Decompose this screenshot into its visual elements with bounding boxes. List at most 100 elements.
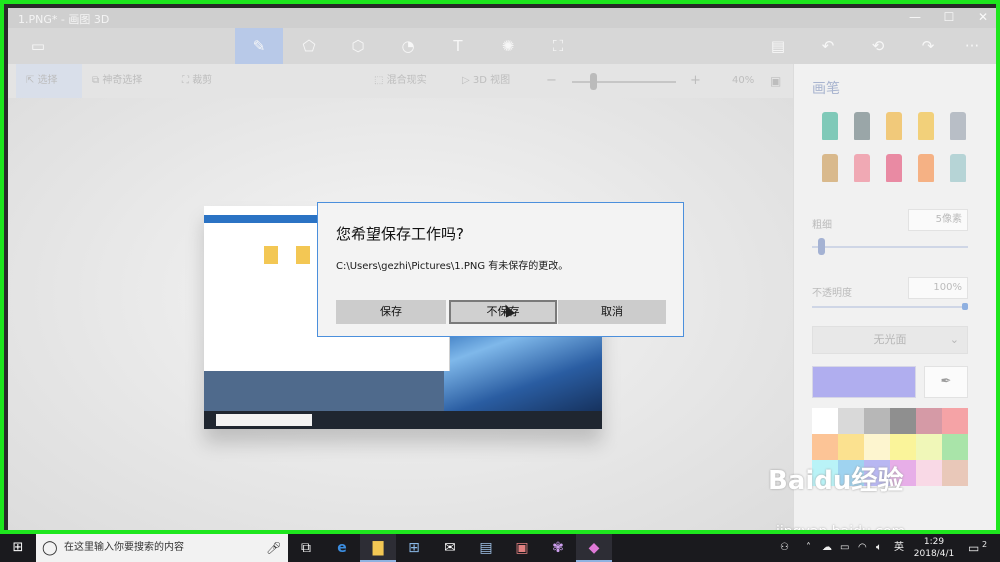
notepad-icon[interactable]: ▤ — [468, 534, 504, 562]
redo-icon[interactable]: ↷ — [904, 28, 952, 64]
brush-option-icon[interactable] — [918, 154, 934, 182]
maximize-button[interactable]: ☐ — [932, 8, 966, 28]
mixed-reality-button[interactable]: ⬚ 混合现实 — [374, 64, 454, 98]
brush-option-icon[interactable] — [950, 112, 966, 140]
magic-select-tool[interactable]: ⧉ 神奇选择 — [92, 64, 172, 98]
palette-swatch[interactable] — [890, 408, 916, 434]
opacity-slider-thumb[interactable] — [962, 303, 968, 310]
brush-icon[interactable]: ✎ — [235, 28, 283, 64]
notification-icon[interactable]: ▭ — [968, 534, 979, 562]
cortana-icon: ◯ — [42, 540, 58, 556]
screenshot-tool-icon[interactable]: ▣ — [504, 534, 540, 562]
paste-icon[interactable]: ▤ — [754, 28, 802, 64]
material-dropdown[interactable]: 无光面 ⌄ — [812, 326, 968, 354]
brush-option-icon[interactable] — [854, 154, 870, 182]
ime-indicator[interactable]: 英 — [894, 534, 904, 562]
battery-icon[interactable]: ▭ — [840, 534, 849, 562]
people-icon[interactable]: ⚇ — [780, 534, 789, 562]
history-icon[interactable]: ⟲ — [854, 28, 902, 64]
palette-swatch[interactable] — [942, 434, 968, 460]
palette-swatch[interactable] — [838, 434, 864, 460]
current-color-swatch[interactable] — [812, 366, 916, 398]
zoom-slider-thumb[interactable] — [589, 73, 597, 90]
zoom-slider[interactable] — [572, 81, 676, 83]
palette-swatch[interactable] — [812, 434, 838, 460]
palette-swatch[interactable] — [864, 434, 890, 460]
taskbar-search-box[interactable]: ◯ 在这里输入你要搜索的内容 🎤︎ — [36, 534, 288, 562]
folder-icon — [296, 246, 310, 264]
clock[interactable]: 1:29 2018/4/1 — [908, 536, 960, 560]
3d-view-icon: ▷ — [462, 75, 473, 86]
brush-option-icon[interactable] — [918, 112, 934, 140]
close-button[interactable]: ✕ — [966, 8, 996, 28]
3d-view-button[interactable]: ▷ 3D 视图 — [462, 64, 528, 98]
crop-label: 裁剪 — [192, 75, 213, 86]
zoom-in-button[interactable]: + — [690, 64, 701, 98]
task-view-icon[interactable]: ⧉ — [288, 534, 324, 562]
palette-swatch[interactable] — [864, 408, 890, 434]
canvas-icon[interactable]: ⛶ — [534, 28, 582, 64]
opacity-input[interactable]: 100% — [908, 277, 968, 299]
watermark-url: jingyan.baidu.com — [776, 524, 906, 534]
palette-swatch[interactable] — [916, 460, 942, 486]
main-toolbar: ▭ ✎ ⬠ ⬡ ◔ T ✺ ⛶ ▤ ↶ ⟲ ↷ ··· — [8, 28, 996, 64]
material-value: 无光面 — [873, 333, 907, 346]
paint-3d-icon[interactable]: ◆ — [576, 534, 612, 562]
thumbnail-taskbar — [204, 411, 602, 429]
paint-icon[interactable]: ✾ — [540, 534, 576, 562]
undo-icon[interactable]: ↶ — [804, 28, 852, 64]
brush-option-icon[interactable] — [854, 112, 870, 140]
brush-option-icon[interactable] — [822, 112, 838, 140]
fit-view-icon[interactable]: ▣ — [770, 64, 781, 98]
mixed-reality-label: 混合现实 — [386, 75, 427, 86]
palette-swatch[interactable] — [916, 434, 942, 460]
eyedropper-icon[interactable]: ✒ — [924, 366, 968, 398]
mail-icon[interactable]: ✉ — [432, 534, 468, 562]
stickers-icon[interactable]: ◔ — [384, 28, 432, 64]
dialog-message: C:\Users\gezhi\Pictures\1.PNG 有未保存的更改。 — [336, 261, 569, 272]
effects-icon[interactable]: ✺ — [484, 28, 532, 64]
opacity-slider[interactable] — [812, 306, 968, 308]
palette-swatch[interactable] — [942, 408, 968, 434]
thickness-input[interactable]: 5像素 — [908, 209, 968, 231]
dialog-title: 您希望保存工作吗? — [336, 225, 464, 243]
menu-icon[interactable]: ▭ — [14, 28, 62, 64]
windows-start-icon[interactable]: ⊞ — [0, 534, 36, 562]
edge-icon[interactable]: e — [324, 534, 360, 562]
more-icon[interactable]: ··· — [948, 28, 996, 64]
brush-option-icon[interactable] — [950, 154, 966, 182]
volume-icon[interactable]: 🔈︎ — [876, 534, 882, 562]
save-prompt-dialog: 您希望保存工作吗? C:\Users\gezhi\Pictures\1.PNG … — [317, 202, 684, 337]
wifi-icon[interactable]: ◠ — [858, 534, 867, 562]
brush-option-icon[interactable] — [886, 112, 902, 140]
chevron-up-icon[interactable]: ˄ — [806, 534, 811, 562]
palette-swatch[interactable] — [838, 408, 864, 434]
minimize-button[interactable]: — — [898, 8, 932, 28]
palette-swatch[interactable] — [890, 434, 916, 460]
microphone-icon[interactable]: 🎤︎ — [266, 534, 281, 562]
magic-select-label: 神奇选择 — [102, 75, 143, 86]
select-tool[interactable]: ⇱ 选择 — [16, 64, 82, 98]
file-explorer-icon[interactable]: ▇ — [360, 534, 396, 562]
thickness-slider-thumb[interactable] — [818, 238, 826, 255]
panel-title: 画笔 — [812, 81, 840, 97]
save-button[interactable]: 保存 — [336, 300, 446, 324]
network-icon[interactable]: ☁ — [822, 534, 832, 562]
thickness-slider[interactable] — [812, 246, 968, 248]
text-icon[interactable]: T — [434, 28, 482, 64]
crop-tool[interactable]: ⛶ 裁剪 — [182, 64, 242, 98]
watermark-logo: Baidu经验 — [768, 466, 904, 496]
window-title: 1.PNG* - 画图 3D — [18, 13, 110, 26]
store-icon[interactable]: ⊞ — [396, 534, 432, 562]
3d-shapes-icon[interactable]: ⬡ — [334, 28, 382, 64]
2d-shapes-icon[interactable]: ⬠ — [285, 28, 333, 64]
sub-toolbar: ⇱ 选择 ⧉ 神奇选择 ⛶ 裁剪 ⬚ 混合现实 ▷ 3D 视图 − + 40% … — [8, 64, 793, 98]
palette-swatch[interactable] — [812, 408, 838, 434]
palette-swatch[interactable] — [942, 460, 968, 486]
title-bar: 1.PNG* - 画图 3D — ☐ ✕ — [8, 8, 996, 28]
brush-option-icon[interactable] — [822, 154, 838, 182]
brush-option-icon[interactable] — [886, 154, 902, 182]
cancel-button[interactable]: 取消 — [558, 300, 666, 324]
palette-swatch[interactable] — [916, 408, 942, 434]
zoom-out-button[interactable]: − — [546, 64, 557, 98]
